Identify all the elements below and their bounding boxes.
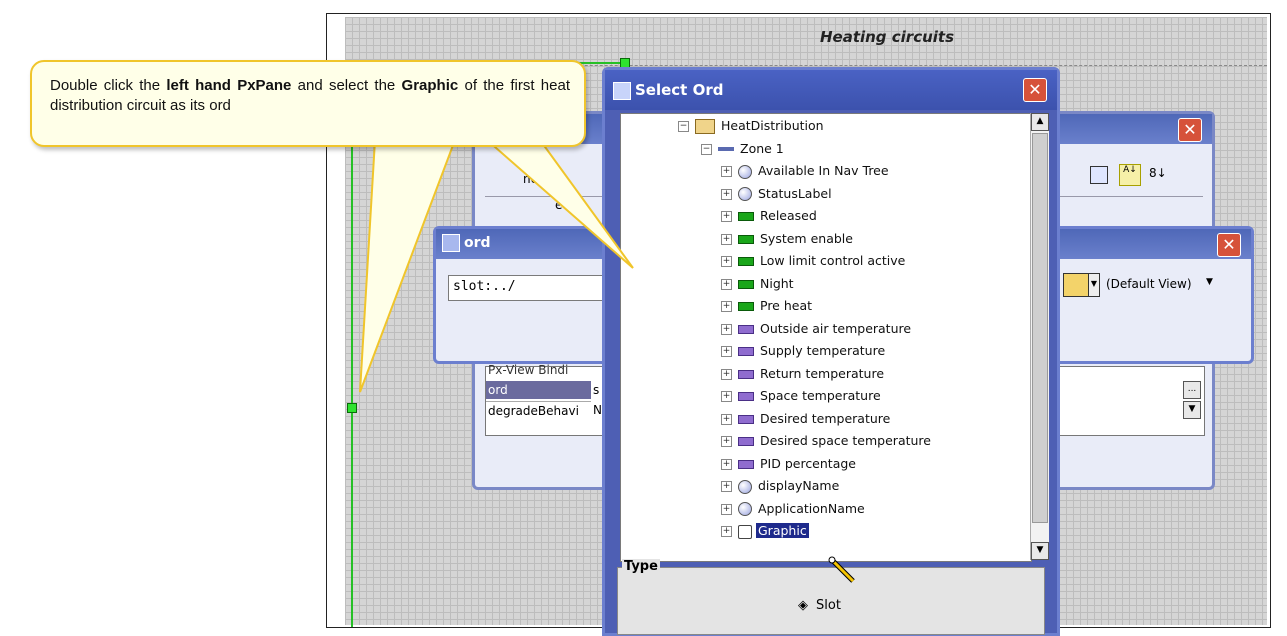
callout-pointer-cover <box>377 133 538 142</box>
